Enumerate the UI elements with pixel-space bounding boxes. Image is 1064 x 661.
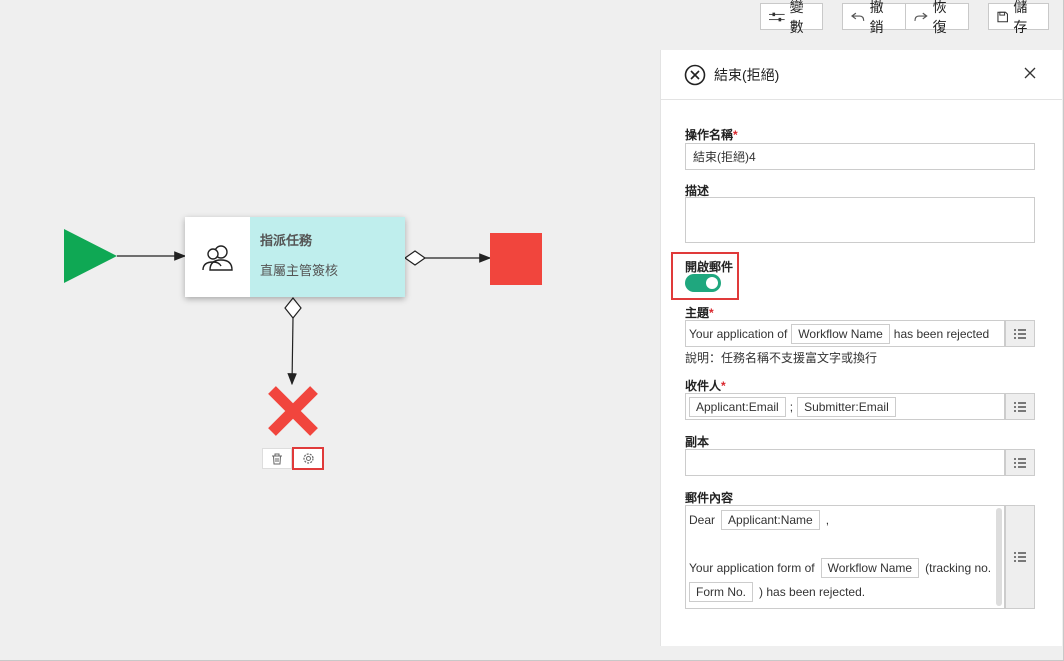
recipients-input[interactable]: Applicant:Email ; Submitter:Email: [685, 393, 1005, 420]
connector-task-reject[interactable]: [287, 317, 297, 386]
node-settings-button[interactable]: [292, 447, 324, 470]
delete-node-button[interactable]: [262, 448, 292, 469]
task-node[interactable]: 指派任務 直屬主管簽核: [185, 217, 405, 297]
subject-suffix: has been rejected: [893, 326, 990, 341]
undo-label: 撤銷: [869, 0, 884, 35]
recipient-separator: ;: [789, 399, 794, 414]
recipients-variable-button[interactable]: [1005, 393, 1035, 420]
mail-body-scrollbar[interactable]: [996, 508, 1002, 606]
cc-label: 副本: [685, 435, 710, 449]
mail-body-line-2: Your application form of Workflow Name (…: [689, 558, 991, 578]
mail-body-variable-button[interactable]: [1005, 505, 1035, 609]
mail-line3-suffix: ) has been rejected.: [759, 585, 866, 599]
mail-line2-prefix: Your application form of: [689, 561, 815, 575]
list-icon: [1014, 328, 1026, 339]
operation-name-label: 操作名稱*: [685, 128, 738, 142]
enable-mail-highlight: 開啟郵件: [671, 252, 739, 300]
save-label: 儲存: [1013, 0, 1028, 35]
save-button[interactable]: 儲存: [988, 0, 1049, 35]
subject-label: 主題*: [685, 306, 714, 320]
trash-icon: [272, 453, 282, 464]
start-node[interactable]: [64, 229, 117, 283]
panel-title: 結束(拒絕): [714, 66, 780, 83]
description-textarea[interactable]: [685, 197, 1035, 243]
node-toolbar: [262, 447, 324, 470]
mail-tag-form-no[interactable]: Form No.: [689, 582, 754, 602]
gear-icon: [302, 453, 314, 464]
mail-body-line-1: Dear Applicant:Name ,: [689, 510, 829, 530]
reject-end-node[interactable]: [268, 386, 318, 436]
subject-variable-button[interactable]: [1005, 320, 1035, 347]
task-icon-box: [185, 217, 250, 297]
subject-input[interactable]: Your application of Workflow Name has be…: [685, 320, 1005, 347]
recipient-tag-submitter-email[interactable]: Submitter:Email: [797, 396, 896, 417]
mail-tag-workflow-name[interactable]: Workflow Name: [820, 558, 920, 578]
property-panel: 結束(拒絕) 操作名稱* 結束(拒絕)4 描述 開啟郵件 主題* Your ap…: [660, 50, 1062, 646]
mail-greeting-suffix: ,: [825, 513, 830, 527]
subject-prefix: Your application of: [689, 326, 788, 341]
undo-button[interactable]: 撤銷: [842, 0, 906, 35]
cc-variable-button[interactable]: [1005, 449, 1035, 476]
mail-greeting: Dear: [689, 513, 716, 527]
list-icon: [1014, 401, 1026, 412]
mail-line2-suffix: (tracking no.: [925, 561, 992, 575]
panel-header: 結束(拒絕): [661, 50, 1062, 100]
subject-hint: 說明：任務名稱不支援富文字或換行: [685, 351, 878, 365]
mail-body-editor[interactable]: Dear Applicant:Name , Your application f…: [685, 505, 1005, 609]
reject-circle-icon: [684, 64, 706, 85]
connector-diamond-down[interactable]: [284, 297, 302, 319]
recipients-label: 收件人*: [685, 379, 726, 393]
subject-tag-workflow-name[interactable]: Workflow Name: [791, 323, 890, 344]
mail-body-label: 郵件內容: [685, 491, 734, 505]
end-node[interactable]: [490, 233, 542, 285]
users-icon: [201, 245, 233, 271]
save-icon: [997, 11, 1008, 22]
variables-button[interactable]: 變數: [760, 0, 823, 35]
list-icon: [1014, 457, 1026, 468]
workflow-canvas: [64, 229, 542, 436]
task-subtitle: 直屬主管簽核: [260, 263, 339, 278]
cc-input[interactable]: [685, 449, 1005, 476]
undo-icon: [851, 12, 865, 21]
enable-mail-label: 開啟郵件: [685, 260, 734, 274]
mail-body-line-3: Form No. ) has been rejected.: [689, 582, 865, 602]
redo-button[interactable]: 恢復: [905, 0, 969, 35]
list-icon: [1014, 552, 1026, 562]
toggle-knob: [706, 277, 718, 289]
recipient-tag-applicant-email[interactable]: Applicant:Email: [689, 396, 786, 417]
task-title: 指派任務: [260, 233, 313, 248]
redo-icon: [914, 12, 928, 21]
variables-label: 變數: [789, 0, 804, 35]
connector-diamond-right[interactable]: [403, 250, 427, 266]
variables-icon: [769, 12, 785, 21]
close-panel-button[interactable]: [1024, 67, 1036, 82]
close-icon: [1024, 67, 1036, 79]
operation-name-input[interactable]: 結束(拒絕)4: [685, 143, 1035, 170]
mail-tag-applicant-name[interactable]: Applicant:Name: [721, 510, 820, 530]
redo-label: 恢復: [932, 0, 947, 35]
enable-mail-toggle[interactable]: [685, 274, 721, 292]
